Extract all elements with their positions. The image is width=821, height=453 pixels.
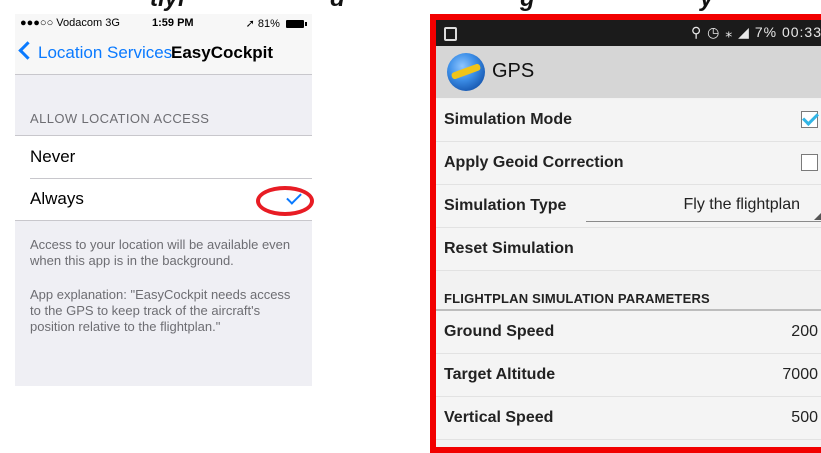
location-arrow-icon: ➚: [245, 18, 255, 30]
simulation-mode-checkbox[interactable]: [801, 111, 818, 128]
setting-label: Reset Simulation: [444, 240, 574, 257]
param-value: 200: [791, 323, 818, 340]
gps-settings-list: Simulation Mode Apply Geoid Correction S…: [436, 99, 821, 440]
setting-label: Apply Geoid Correction: [444, 154, 624, 171]
target-altitude-row[interactable]: Target Altitude 7000: [436, 354, 821, 397]
page-title: EasyCockpit: [171, 43, 274, 62]
battery-indicator: ➚ 81%: [245, 17, 307, 30]
dropdown-arrow-icon: [814, 213, 821, 220]
option-never[interactable]: Never: [15, 136, 312, 178]
param-label: Vertical Speed: [444, 409, 554, 426]
cropped-caption: tlyi d g y: [0, 0, 821, 11]
action-bar: GPS: [436, 46, 821, 98]
section-header-label: FLIGHTPLAN SIMULATION PARAMETERS: [444, 291, 710, 306]
android-status-bar: ⚲ ◷ ⁎ ◢ 7% 00:33: [436, 20, 821, 46]
battery-icon: [286, 20, 307, 29]
ios-status-bar: ●●●○○ Vodacom 3G 1:59 PM ➚ 81%: [15, 14, 312, 34]
battery-percent: 81%: [257, 18, 280, 30]
setting-label: Simulation Mode: [444, 111, 572, 128]
status-icons: ⚲ ◷ ⁎ ◢ 7%: [691, 24, 778, 40]
reset-simulation-row[interactable]: Reset Simulation: [436, 228, 821, 271]
section-header: ALLOW LOCATION ACCESS: [30, 111, 210, 126]
status-indicators: ⚲ ◷ ⁎ ◢ 7% 00:33: [691, 24, 821, 41]
highlight-oval: [256, 186, 314, 216]
option-label: Never: [30, 147, 76, 166]
caption-fragment: y: [700, 0, 713, 11]
option-label: Always: [30, 189, 84, 208]
back-button-label: Location Services: [38, 43, 173, 62]
background-access-note: Access to your location will be availabl…: [30, 237, 291, 268]
app-logo-icon: [447, 53, 485, 91]
page-title: GPS: [492, 60, 535, 82]
geoid-correction-row[interactable]: Apply Geoid Correction: [436, 142, 821, 185]
carrier-label: ●●●○○ Vodacom 3G: [20, 17, 120, 29]
section-header: FLIGHTPLAN SIMULATION PARAMETERS: [436, 277, 821, 311]
ground-speed-row[interactable]: Ground Speed 200: [436, 311, 821, 354]
setting-label: Simulation Type: [444, 197, 567, 214]
vertical-speed-row[interactable]: Vertical Speed 500: [436, 397, 821, 440]
status-time: 1:59 PM: [152, 17, 194, 29]
notification-icon: [444, 27, 457, 41]
param-label: Ground Speed: [444, 323, 555, 340]
simulation-type-row: Simulation Type Fly the flightplan: [436, 185, 821, 228]
param-label: Target Altitude: [444, 366, 556, 383]
status-time: 00:33: [781, 24, 821, 40]
simulation-type-dropdown[interactable]: Fly the flightplan: [586, 193, 821, 222]
param-value: 7000: [782, 366, 818, 383]
back-button[interactable]: Location Services: [18, 41, 173, 63]
selected-value: Fly the flightplan: [683, 196, 800, 213]
chevron-left-icon: [18, 41, 37, 60]
android-gps-settings: ⚲ ◷ ⁎ ◢ 7% 00:33 GPS Simulation Mode App…: [430, 14, 821, 453]
caption-fragment: g: [520, 0, 535, 11]
simulation-mode-row[interactable]: Simulation Mode: [436, 99, 821, 142]
geoid-correction-checkbox[interactable]: [801, 154, 818, 171]
caption-fragment: tlyi: [150, 0, 185, 11]
caption-fragment: d: [330, 0, 345, 11]
ios-nav-bar: Location Services EasyCockpit: [15, 34, 312, 75]
app-explanation: App explanation: "EasyCockpit needs acce…: [30, 287, 291, 334]
param-value: 500: [791, 409, 818, 426]
